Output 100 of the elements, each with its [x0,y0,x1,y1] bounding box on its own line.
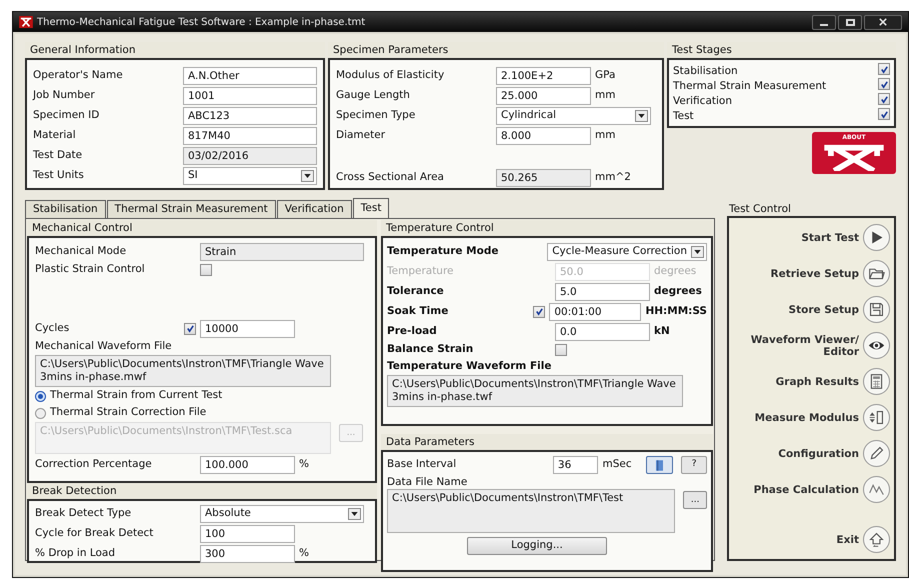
window-title: Thermo-Mechanical Fatigue Test Software : Example in-phase.tmt [37,16,366,30]
action-button[interactable]: Measure Modulus [729,402,890,433]
checkbox[interactable] [184,322,196,334]
dropdown[interactable]: Cycle-Measure Correction [547,242,707,260]
field-label: Cycle for Break Detect [35,526,154,541]
field-label: Balance Strain [387,342,474,358]
section-label: Data File Name [387,475,468,489]
input-field[interactable]: 300 [200,544,295,562]
tab[interactable]: Stabilisation [25,200,106,218]
maximize-button[interactable] [838,14,862,30]
field-label: Operator's Name [33,68,124,83]
panel-title: Mechanical Control [27,220,377,236]
help-button[interactable]: ? [681,456,707,474]
unit-label: mm [595,128,616,143]
notebook-button[interactable] [646,456,674,474]
input-field[interactable]: 50.265 [496,168,591,186]
input-field[interactable]: 10000 [200,320,295,338]
radio-button[interactable] [35,390,46,402]
checkbox[interactable] [878,63,890,76]
checkbox[interactable] [555,344,567,356]
action-button[interactable]: Phase Calculation [729,474,890,505]
action-button[interactable]: Configuration [729,438,890,469]
input-field[interactable]: ABC123 [183,106,317,124]
field-label: Cycles [35,320,70,336]
input-field[interactable]: A.N.Other [183,66,317,84]
unit-label: mm [595,88,616,103]
minimize-button[interactable] [812,14,836,30]
input-field[interactable]: 2.100E+2 [496,66,591,84]
dropdown[interactable]: Absolute [200,504,364,522]
dropdown-caret-icon[interactable] [301,170,314,182]
field-label: Break Detect Type [35,506,132,521]
input-field[interactable]: 1001 [183,86,317,104]
unit-label: mSec [602,457,632,472]
unit-label: GPa [595,68,616,83]
input-field[interactable]: 36 [552,456,598,474]
browse-button[interactable]: ... [683,491,707,509]
field-label: % Drop in Load [35,546,116,561]
input-field[interactable]: 100.000 [200,456,295,474]
home-icon [868,531,885,548]
stage-label: Thermal Strain Measurement [673,78,826,94]
section-label: Temperature Waveform File [387,359,552,374]
action-button[interactable]: Graph Results [729,366,890,397]
field-label: Gauge Length [336,88,411,103]
input-field[interactable]: 03/02/2016 [183,146,317,164]
input-field[interactable]: Strain [200,242,364,260]
field-label: Temperature Mode [387,244,500,259]
field-label: Test Date [33,148,84,163]
stage-label: Test [673,108,694,124]
action-button[interactable]: Waveform Viewer/ Editor [729,330,890,361]
field-label: Test Units [33,168,85,183]
action-button[interactable]: Exit [729,524,890,555]
file-path-field[interactable]: C:\Users\Public\Documents\Instron\TMF\Test [387,489,676,533]
field-label: Mechanical Mode [35,244,128,259]
checkbox[interactable] [533,306,546,318]
input-field[interactable]: 817M40 [183,126,317,144]
radio-label: Thermal Strain Correction File [50,405,206,420]
checkbox[interactable] [200,264,212,276]
dropdown-caret-icon[interactable] [635,110,648,122]
tab[interactable]: Thermal Strain Measurement [106,200,276,218]
file-path-field[interactable]: C:\Users\Public\Documents\Instron\TMF\Triangle Wave 3mins in-phase.mwf [35,355,331,387]
unit-label: mm^2 [595,170,631,185]
panel-title: Data Parameters [381,434,713,450]
unit-label: kN [654,324,670,339]
input-field[interactable]: 8.000 [496,126,591,144]
action-button[interactable]: Store Setup [729,294,890,325]
close-icon [879,18,887,26]
panel-title: Break Detection [27,483,377,499]
unit-label: % [299,456,309,472]
input-field[interactable]: 0.0 [555,322,650,340]
dropdown-caret-icon[interactable] [691,246,704,258]
tab[interactable]: Verification [276,200,352,218]
field-label: Cross Sectional Area [336,170,445,185]
radio-label: Thermal Strain from Current Test [50,388,222,404]
checkbox[interactable] [878,108,890,120]
input-field[interactable]: 100 [200,524,295,542]
field-label: Soak Time [387,304,448,319]
input-field[interactable]: 00:01:00 [549,302,642,320]
action-button[interactable]: Start Test [729,222,890,253]
dropdown[interactable]: Cylindrical [496,106,651,124]
unit-label: HH:MM:SS [645,304,707,319]
tab[interactable]: Test [352,198,390,218]
field-label: Modulus of Elasticity [336,68,446,83]
logging-button[interactable]: Logging... [467,537,607,555]
field-label: Plastic Strain Control [35,262,146,278]
checkbox[interactable] [878,78,890,90]
input-field[interactable]: 25.000 [496,86,591,104]
field-label: Job Number [33,88,96,103]
dropdown-caret-icon[interactable] [348,508,361,520]
unit-label: % [299,546,309,561]
input-field[interactable]: 5.0 [555,282,650,300]
action-button[interactable]: Retrieve Setup [729,258,890,289]
field-label: Specimen Type [336,108,416,123]
panel-title: Test Control [728,202,792,216]
checkbox[interactable] [878,93,890,106]
radio-button[interactable] [35,408,46,418]
file-path-field[interactable]: C:\Users\Public\Documents\Instron\TMF\Triangle Wave 3mins in-phase.twf [387,375,683,407]
unit-label: degrees [654,264,696,279]
dropdown[interactable]: SI [183,166,317,184]
close-button[interactable] [864,14,902,30]
field-label: Diameter [336,128,386,143]
